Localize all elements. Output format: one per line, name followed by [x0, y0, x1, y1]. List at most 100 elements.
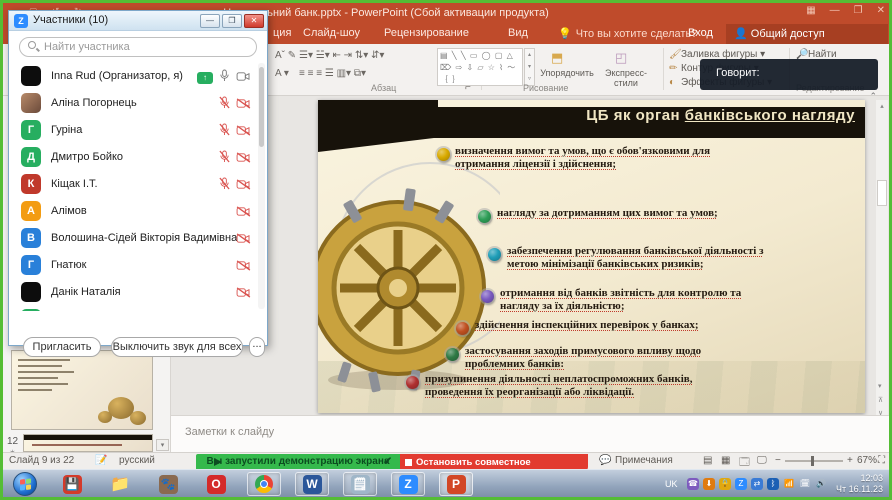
- more-options-button[interactable]: ...: [249, 337, 265, 357]
- camera-off-icon[interactable]: [236, 123, 251, 141]
- participant-row[interactable]: Inna Rud (Организатор, я)↑: [9, 63, 257, 90]
- shape-gallery-scroll[interactable]: ▴▾▿: [524, 48, 535, 86]
- panel-minimize-icon[interactable]: —: [200, 14, 220, 28]
- minimize-icon[interactable]: —: [830, 5, 840, 16]
- language-indicator[interactable]: русский: [119, 455, 155, 466]
- participant-status-icons: [236, 231, 251, 249]
- start-button[interactable]: [13, 472, 37, 496]
- mute-all-button[interactable]: Выключить звук для всех: [111, 337, 243, 357]
- ribbon-tab-Слайд-шоу[interactable]: Слайд-шоу: [303, 27, 360, 39]
- zoom-out-icon[interactable]: −: [775, 455, 781, 466]
- participant-row[interactable]: ДДмитро Бойко: [9, 144, 257, 171]
- zoom-in-icon[interactable]: +: [847, 455, 853, 466]
- font-group-partial-icons[interactable]: Aˇ ✎: [275, 50, 296, 61]
- view-slideshow-icon[interactable]: 🖵: [757, 455, 767, 466]
- spellcheck-icon[interactable]: 📝: [95, 455, 107, 466]
- tray-key-lock-icon[interactable]: 🔒: [719, 478, 731, 490]
- tray-viber-icon[interactable]: ☎: [687, 478, 699, 490]
- share-button[interactable]: 👤 Общий доступ: [726, 24, 888, 44]
- camera-off-icon[interactable]: [236, 150, 251, 168]
- taskbar-app-zoom[interactable]: Z: [391, 472, 425, 496]
- zoom-slider[interactable]: [785, 460, 843, 462]
- participants-panel-titlebar[interactable]: Z Участники (10) — ❐ ✕: [9, 11, 267, 31]
- participant-row[interactable]: ГГнатюк: [9, 252, 257, 279]
- taskbar-app-explorer[interactable]: 📁: [103, 472, 137, 496]
- camera-off-icon[interactable]: [236, 177, 251, 195]
- taskbar-app-file-manager[interactable]: 💾: [55, 472, 89, 496]
- taskbar-app-powerpoint[interactable]: P: [439, 472, 473, 496]
- taskbar-app-chrome[interactable]: [247, 472, 281, 496]
- language-tray[interactable]: UK: [665, 479, 678, 489]
- bullet-ball-icon: [446, 348, 459, 361]
- search-participant-input[interactable]: Найти участника: [19, 37, 257, 57]
- arrange-button[interactable]: Упорядочить: [537, 68, 597, 78]
- notes-pane[interactable]: Заметки к слайду: [171, 415, 889, 452]
- shape-gallery[interactable]: ▤ ╲ ╲ ▭ ◯ ▢ △ ⌦ ⇨ ⇩ ▱ ☆ ⌇ ～ ｛ ｝: [437, 48, 523, 86]
- tray-clock[interactable]: 12:03 Чт 16.11.23: [836, 473, 883, 495]
- taskbar-app-word[interactable]: W: [295, 472, 329, 496]
- panel-maximize-icon[interactable]: ❐: [222, 14, 242, 28]
- mic-muted-icon[interactable]: [219, 123, 230, 141]
- alignment-icons[interactable]: ≡ ≡ ≡ ☰ ▥▾ ⧉▾: [299, 68, 366, 79]
- camera-off-icon[interactable]: [236, 96, 251, 114]
- sign-in-button[interactable]: Вход: [688, 27, 713, 39]
- ribbon-tab-ция[interactable]: ция: [273, 27, 291, 39]
- panel-close-icon[interactable]: ✕: [244, 14, 264, 28]
- scroll-up-icon[interactable]: ▴: [876, 100, 888, 110]
- stop-icon: [405, 459, 412, 466]
- participant-row[interactable]: ККіщак І.Т.: [9, 171, 257, 198]
- participant-row[interactable]: Данік Наталія: [9, 279, 257, 306]
- taskbar-app-notes-app[interactable]: 🗒: [343, 472, 377, 496]
- invite-button[interactable]: Пригласить: [23, 337, 101, 357]
- tray-network-icon[interactable]: 📶: [783, 478, 795, 490]
- participant-row[interactable]: Аліна Погорнець: [9, 90, 257, 117]
- camera-off-icon[interactable]: [236, 204, 251, 222]
- previous-slide-icon[interactable]: ⊼: [878, 396, 883, 404]
- slide-canvas[interactable]: ЦБ як орган банківського нагляду: [318, 100, 865, 413]
- slide-scrollbar[interactable]: ▴ ▾ ⊼ ⊻: [876, 100, 888, 430]
- tray-volume-icon[interactable]: 🔊: [815, 478, 827, 490]
- zoom-slider-knob[interactable]: [811, 456, 814, 466]
- taskbar-app-gimp[interactable]: 🐾: [151, 472, 185, 496]
- ribbon-options-icon[interactable]: ▦: [806, 5, 815, 16]
- view-sorter-icon[interactable]: ▦: [721, 455, 730, 466]
- zoom-percent[interactable]: 67%: [857, 455, 877, 466]
- tray-calendar-icon[interactable]: 🗓: [799, 478, 811, 490]
- mic-muted-icon[interactable]: [219, 96, 230, 114]
- bullet-ball-icon: [478, 210, 491, 223]
- participant-row[interactable]: К: [9, 306, 257, 311]
- tray-utorrent-icon[interactable]: ⬇: [703, 478, 715, 490]
- mic-muted-icon[interactable]: [219, 150, 230, 168]
- camera-on-icon[interactable]: [236, 69, 251, 87]
- participant-row[interactable]: ВВолошина-Сідей Вікторія Вадимівна: [9, 225, 257, 252]
- thumbnails-scroll-down-icon[interactable]: ▾: [156, 439, 169, 451]
- tray-bluetooth-icon[interactable]: ᛒ: [767, 478, 779, 490]
- font-color-icon[interactable]: A ▾: [275, 68, 289, 79]
- participant-row[interactable]: ГГуріна: [9, 117, 257, 144]
- slide-thumbnail-12[interactable]: [23, 434, 153, 452]
- comments-button[interactable]: Примечания: [615, 455, 673, 466]
- bullets-numbering-icons[interactable]: ☰▾ ☱▾ ⇤ ⇥ ⇅▾ ⇵▾: [299, 50, 384, 61]
- quick-styles-button[interactable]: Экспресс-стили: [595, 68, 657, 88]
- tell-me-tab[interactable]: 💡Что вы хотите сделать?: [558, 27, 697, 40]
- slide-thumbnail-11[interactable]: [11, 350, 153, 430]
- camera-off-icon[interactable]: [236, 285, 251, 303]
- tray-teamviewer-icon[interactable]: ⇄: [751, 478, 763, 490]
- participants-scrollbar[interactable]: [258, 63, 265, 309]
- mic-muted-icon[interactable]: [219, 177, 230, 195]
- camera-off-icon[interactable]: [236, 231, 251, 249]
- close-icon[interactable]: ✕: [877, 5, 885, 16]
- participant-row[interactable]: ААлімов: [9, 198, 257, 225]
- scroll-down-icon[interactable]: ▾: [878, 382, 882, 390]
- camera-off-icon[interactable]: [236, 258, 251, 276]
- taskbar-app-opera[interactable]: O: [199, 472, 233, 496]
- comments-icon[interactable]: 💬: [599, 455, 611, 466]
- ribbon-tab-Рецензирование[interactable]: Рецензирование: [384, 27, 469, 39]
- view-normal-icon[interactable]: ▤: [703, 455, 712, 466]
- scrollbar-thumb[interactable]: [877, 180, 887, 206]
- fit-to-window-icon[interactable]: ⛶: [878, 455, 885, 466]
- ribbon-tab-Вид[interactable]: Вид: [508, 27, 528, 39]
- tray-zoom-tray-icon[interactable]: Z: [735, 478, 747, 490]
- restore-icon[interactable]: ❐: [854, 5, 863, 16]
- mic-on-icon[interactable]: [219, 69, 230, 87]
